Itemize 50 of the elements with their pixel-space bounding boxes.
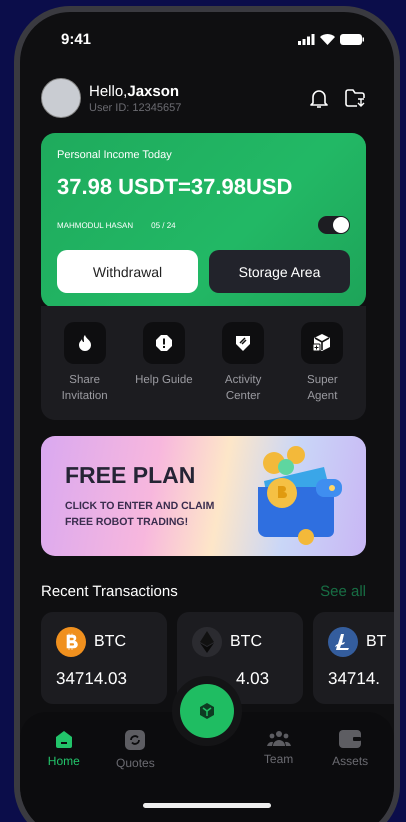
storage-area-button[interactable]: Storage Area: [209, 250, 350, 293]
promo-banner[interactable]: FREE PLAN CLICK TO ENTER AND CLAIM FREE ROBOT TRADING!: [41, 436, 366, 556]
litecoin-icon: [328, 627, 358, 658]
nav-tab[interactable]: Home: [28, 730, 100, 774]
coin-symbol: BTC: [230, 633, 262, 652]
shortcut-label[interactable]: Help Guide: [132, 373, 195, 389]
coin-card[interactable]: BTC 34714.03: [41, 612, 167, 704]
coin-symbol: BT: [366, 633, 386, 652]
people-icon: [266, 730, 291, 746]
shortcut-tile[interactable]: [142, 322, 185, 364]
card-date: 05 / 24: [151, 220, 176, 230]
cube-icon: [198, 702, 216, 720]
wallet-icon: [339, 730, 362, 748]
wifi-icon: [320, 34, 335, 44]
shortcut-label[interactable]: Super Agent: [291, 373, 354, 404]
status-time: 9:41: [61, 30, 92, 48]
shortcut-label[interactable]: Activity Center: [212, 373, 274, 404]
nav-tab[interactable]: Assets: [314, 730, 386, 774]
center-action-button[interactable]: [180, 684, 234, 738]
income-amount: 37.98 USDT=37.98USD: [57, 174, 294, 200]
withdrawal-button[interactable]: Withdrawal: [57, 250, 198, 293]
user-id: User ID: 12345657: [89, 102, 182, 114]
shortcut-label[interactable]: Share Invitation: [54, 373, 116, 404]
ethereum-icon: [192, 627, 222, 658]
coin-value: 4.03: [236, 669, 270, 688]
coin-card[interactable]: BT 34714.: [313, 612, 394, 704]
coin-card[interactable]: BTC 4.03: [177, 612, 303, 704]
card-holder: MAHMODUL HASAN: [57, 220, 134, 230]
battery-icon: [340, 34, 364, 44]
toggle-switch[interactable]: [318, 216, 350, 234]
home-icon: [54, 730, 74, 748]
greeting: Hello,Jaxson: [89, 82, 180, 100]
notification-icon[interactable]: [310, 88, 328, 108]
shortcut-tile[interactable]: [222, 322, 264, 364]
banner-title: FREE PLAN: [65, 462, 196, 489]
folder-download-icon[interactable]: [344, 88, 366, 108]
avatar[interactable]: [41, 78, 81, 118]
refresh-icon: [125, 730, 146, 750]
shortcut-tile[interactable]: [64, 322, 106, 364]
signal-icon: [298, 34, 315, 44]
bitcoin-icon: [56, 627, 86, 658]
coin-symbol: BTC: [94, 633, 126, 652]
coin-value: 34714.: [328, 669, 380, 688]
income-title: Personal Income Today: [57, 149, 173, 161]
section-title: Recent Transactions: [41, 583, 178, 600]
nav-tab[interactable]: Quotes: [100, 730, 172, 774]
banner-subtitle: CLICK TO ENTER AND CLAIM FREE ROBOT TRADING!: [65, 498, 216, 530]
nav-tab[interactable]: Team: [242, 730, 314, 774]
coin-value: 34714.03: [56, 669, 127, 688]
shortcut-tile[interactable]: [301, 322, 344, 364]
